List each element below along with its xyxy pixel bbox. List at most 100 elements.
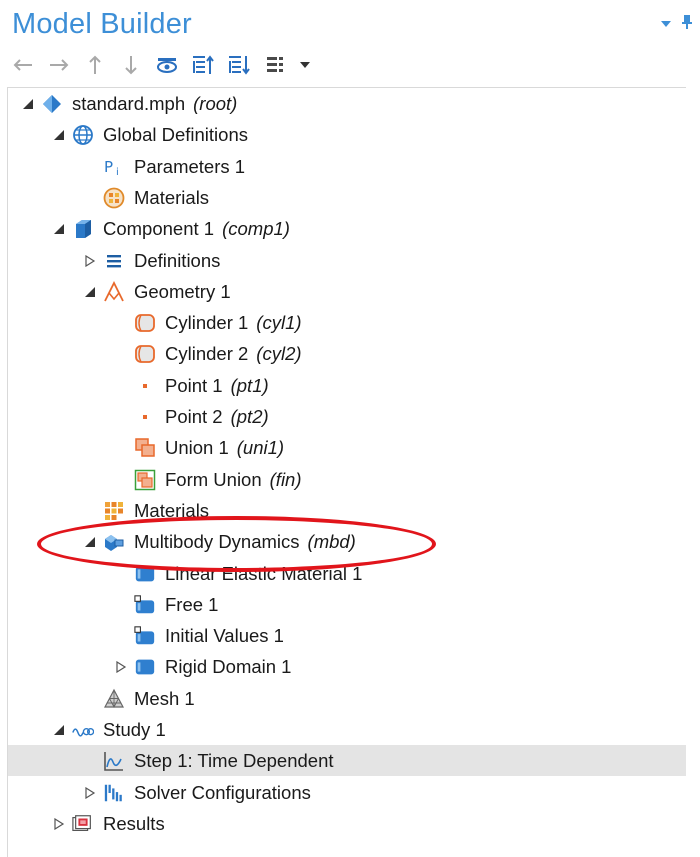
arrow-up-icon[interactable]: [82, 52, 108, 78]
tree-item[interactable]: Point 2 (pt2): [8, 401, 686, 432]
point-icon: [134, 406, 156, 428]
tree-item-tag: (fin): [269, 468, 302, 490]
collapse-all-icon[interactable]: [226, 52, 252, 78]
tree-item-label: Multibody Dynamics (mbd): [134, 531, 356, 553]
tree-item[interactable]: Definitions: [8, 245, 686, 276]
tree-item-label: Parameters 1: [134, 156, 245, 178]
tree-item[interactable]: Rigid Domain 1: [8, 651, 686, 682]
tree-item-text: Cylinder 1: [165, 312, 249, 334]
tree-item-label: Linear Elastic Material 1: [165, 563, 362, 585]
tree-item[interactable]: Multibody Dynamics (mbd): [8, 526, 686, 557]
panel-header-controls: [660, 14, 692, 35]
tree-item-text: Component 1: [103, 218, 215, 240]
eye-icon[interactable]: [154, 52, 180, 78]
tree-item[interactable]: Union 1 (uni1): [8, 432, 686, 463]
tree-item-text: Parameters 1: [134, 155, 246, 177]
tree-item[interactable]: Cylinder 2 (cyl2): [8, 338, 686, 369]
tree-item-text: Union 1: [165, 437, 229, 459]
tree-item[interactable]: Study 1: [8, 714, 686, 745]
tree-item[interactable]: Free 1: [8, 589, 686, 620]
svg-text:P: P: [104, 158, 113, 176]
tree-item-label: Mesh 1: [134, 688, 195, 710]
dropdown-icon[interactable]: [298, 52, 312, 78]
tree-item-label: Materials: [134, 500, 209, 522]
tree-item-text: Materials: [134, 186, 210, 208]
tree-item-label: Solver Configurations: [134, 782, 311, 804]
tree-item-text: Study 1: [103, 719, 166, 740]
tree-item[interactable]: Component 1 (comp1): [8, 213, 686, 244]
tree-item-text: Solver Configurations: [134, 781, 311, 803]
tree-item[interactable]: Geometry 1: [8, 276, 686, 307]
panel-menu-icon[interactable]: [660, 16, 672, 34]
collapse-toggle-icon[interactable]: [84, 254, 96, 267]
tree-item-label: Rigid Domain 1: [165, 656, 291, 678]
expand-toggle-icon[interactable]: [22, 97, 34, 109]
point-icon: [134, 375, 156, 397]
arrow-left-icon[interactable]: [10, 52, 36, 78]
tree-item-label: Cylinder 2 (cyl2): [165, 343, 302, 365]
svg-text:i: i: [116, 167, 119, 178]
tree-item-label: Free 1: [165, 594, 218, 616]
collapse-toggle-icon[interactable]: [84, 786, 96, 799]
tree-item[interactable]: Results: [8, 808, 686, 839]
arrow-right-icon[interactable]: [46, 52, 72, 78]
tree-item[interactable]: Materials: [8, 182, 686, 213]
tree-item-tag: (cyl2): [256, 343, 302, 365]
expand-toggle-icon[interactable]: [53, 128, 65, 141]
tree-item-label: Point 2 (pt2): [165, 406, 269, 428]
tree-item-text: Free 1: [165, 593, 219, 615]
expand-toggle-icon[interactable]: [84, 285, 96, 297]
tree-item[interactable]: Mesh 1: [8, 683, 686, 714]
collapse-toggle-icon[interactable]: [53, 817, 65, 830]
tree-item[interactable]: Step 1: Time Dependent: [8, 745, 686, 777]
mesh-icon: [103, 688, 125, 710]
tree-item[interactable]: Pi Parameters 1: [8, 151, 686, 182]
results-icon: [72, 813, 94, 835]
root-model-icon: [41, 93, 63, 115]
tree-item[interactable]: Global Definitions: [8, 119, 686, 150]
expand-toggle-icon[interactable]: [84, 535, 96, 548]
tree-item-text: Global Definitions: [103, 124, 248, 146]
expand-all-icon[interactable]: [190, 52, 216, 78]
tree-item[interactable]: Linear Elastic Material 1: [8, 558, 686, 589]
tree-item[interactable]: Solver Configurations: [8, 777, 686, 808]
tree-item[interactable]: Form Union (fin): [8, 464, 686, 495]
list-settings-icon[interactable]: [262, 52, 288, 78]
solver-configurations-icon: [103, 782, 125, 804]
tree-item-label: Point 1 (pt1): [165, 375, 269, 397]
geometry-icon: [103, 280, 125, 303]
panel-title: Model Builder: [12, 8, 192, 40]
multibody-dynamics-icon: [103, 531, 125, 553]
form-union-icon: [134, 469, 156, 491]
tree-item-tag: (mbd): [307, 531, 356, 553]
tree-item-text: Results: [103, 812, 165, 834]
tree-item[interactable]: standard.mph (root): [8, 88, 686, 119]
expand-toggle-icon[interactable]: [53, 723, 65, 735]
physics-feature-default-icon: [134, 594, 156, 616]
tree-item-text: Multibody Dynamics: [134, 531, 300, 553]
tree-item-tag: (root): [193, 93, 238, 114]
pin-icon[interactable]: [682, 14, 692, 35]
tree-item-label: Global Definitions: [103, 124, 248, 146]
tree-item-label: Initial Values 1: [165, 625, 284, 647]
tree-item[interactable]: Cylinder 1 (cyl1): [8, 307, 686, 338]
materials-icon: [103, 500, 125, 522]
physics-feature-icon: [134, 563, 156, 585]
tree-item-text: Form Union: [165, 468, 262, 490]
collapse-toggle-icon[interactable]: [115, 660, 127, 674]
tree-item[interactable]: Materials: [8, 495, 686, 526]
tree-item-text: Materials: [134, 499, 210, 521]
arrow-down-icon[interactable]: [118, 52, 144, 78]
definitions-icon: [103, 250, 125, 272]
tree-item-label: Geometry 1: [134, 281, 231, 303]
tree-item-text: Point 1: [165, 374, 223, 396]
model-builder-toolbar: [10, 50, 312, 80]
tree-item-tag: (pt1): [230, 374, 269, 396]
tree-item-text: standard.mph: [72, 93, 186, 114]
tree-item[interactable]: Point 1 (pt1): [8, 370, 686, 401]
expand-toggle-icon[interactable]: [53, 222, 65, 235]
tree-item-tag: (comp1): [222, 218, 290, 240]
tree-item-label: standard.mph (root): [72, 93, 237, 115]
tree-item[interactable]: Initial Values 1: [8, 620, 686, 651]
tree-item-label: Definitions: [134, 250, 220, 272]
